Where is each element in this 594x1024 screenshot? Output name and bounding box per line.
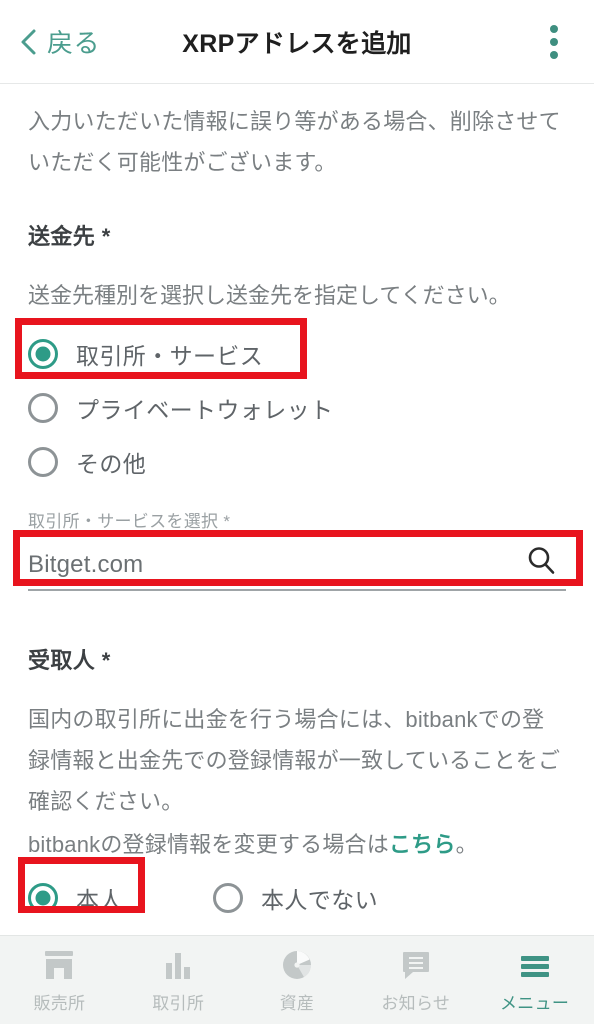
intro-paragraph: 入力いただいた情報に誤り等がある場合、削除させていただく可能性がございます。 (28, 109, 561, 175)
radio-indicator-unchecked[interactable] (28, 393, 58, 423)
radio-option-exchange-service[interactable]: 取引所・サービス (28, 327, 566, 381)
search-icon[interactable] (526, 545, 556, 575)
radio-option-not-self[interactable]: 本人でない (213, 871, 378, 925)
radio-option-self[interactable]: 本人 (28, 871, 213, 925)
recipient-link-prefix: bitbankの登録情報を変更する場合は (28, 832, 389, 857)
tab-label: お知らせ (381, 993, 451, 1013)
radio-label: プライベートウォレット (76, 397, 334, 423)
radio-indicator-unchecked[interactable] (28, 447, 58, 477)
tab-label: メニュー (499, 993, 570, 1013)
tab-assets[interactable]: 資産 (238, 936, 357, 1024)
bar-chart-icon (161, 947, 195, 981)
recipient-section-title: 受取人 * (28, 648, 111, 673)
destination-section-subtitle: 送金先種別を選択し送金先を指定してください。 (28, 283, 511, 308)
radio-indicator-checked[interactable] (28, 339, 58, 369)
page-title: XRPアドレスを追加 (182, 29, 412, 58)
tab-label: 取引所 (152, 993, 205, 1013)
kebab-dot (550, 37, 558, 46)
kebab-dot (550, 24, 558, 33)
form-content: 入力いただいた情報に誤り等がある場合、削除させていただく可能性がございます。 送… (0, 85, 594, 935)
chat-bubble-icon (399, 947, 433, 981)
radio-option-private-wallet[interactable]: プライベートウォレット (28, 381, 566, 435)
tab-label: 販売所 (33, 993, 86, 1013)
radio-option-other[interactable]: その他 (28, 435, 566, 489)
app-header: 戻る XRPアドレスを追加 (0, 0, 594, 84)
recipient-radio-group: 本人 本人でない (28, 871, 566, 925)
kebab-dot (550, 50, 558, 59)
tab-sales-office[interactable]: 販売所 (0, 936, 119, 1024)
radio-indicator-unchecked[interactable] (213, 883, 243, 913)
tab-notifications[interactable]: お知らせ (356, 936, 475, 1024)
bottom-tab-bar: 販売所 取引所 資産 お知らせ メニュー (0, 935, 594, 1024)
pie-chart-icon (280, 947, 314, 981)
radio-label: 本人でない (261, 887, 378, 913)
recipient-link-suffix: 。 (455, 832, 478, 857)
radio-label: その他 (76, 451, 147, 477)
recipient-description: 国内の取引所に出金を行う場合には、bitbankでの登録情報と出金先での登録情報… (28, 707, 561, 814)
service-search-input[interactable]: Bitget.com (28, 541, 566, 591)
tab-label: 資産 (279, 993, 315, 1013)
kebab-menu-icon[interactable] (550, 24, 558, 59)
app-root: 戻る XRPアドレスを追加 入力いただいた情報に誤り等がある場合、削除させていた… (0, 0, 594, 1024)
hamburger-icon (518, 947, 552, 981)
radio-label: 取引所・サービス (76, 343, 264, 369)
destination-radio-group: 取引所・サービス プライベートウォレット その他 (28, 327, 566, 489)
destination-section-title: 送金先 * (28, 224, 111, 249)
service-search-value: Bitget.com (28, 551, 144, 578)
store-icon (42, 947, 76, 981)
radio-indicator-checked[interactable] (28, 883, 58, 913)
tab-menu[interactable]: メニュー (475, 936, 594, 1024)
change-registration-link[interactable]: こちら (389, 832, 456, 857)
radio-label: 本人 (76, 887, 123, 913)
service-select-block: 取引所・サービスを選択 * Bitget.com (28, 507, 566, 591)
service-select-label: 取引所・サービスを選択 * (28, 512, 231, 531)
tab-exchange[interactable]: 取引所 (119, 936, 238, 1024)
recipient-link-line: bitbankの登録情報を変更する場合はこちら。 (28, 824, 566, 865)
